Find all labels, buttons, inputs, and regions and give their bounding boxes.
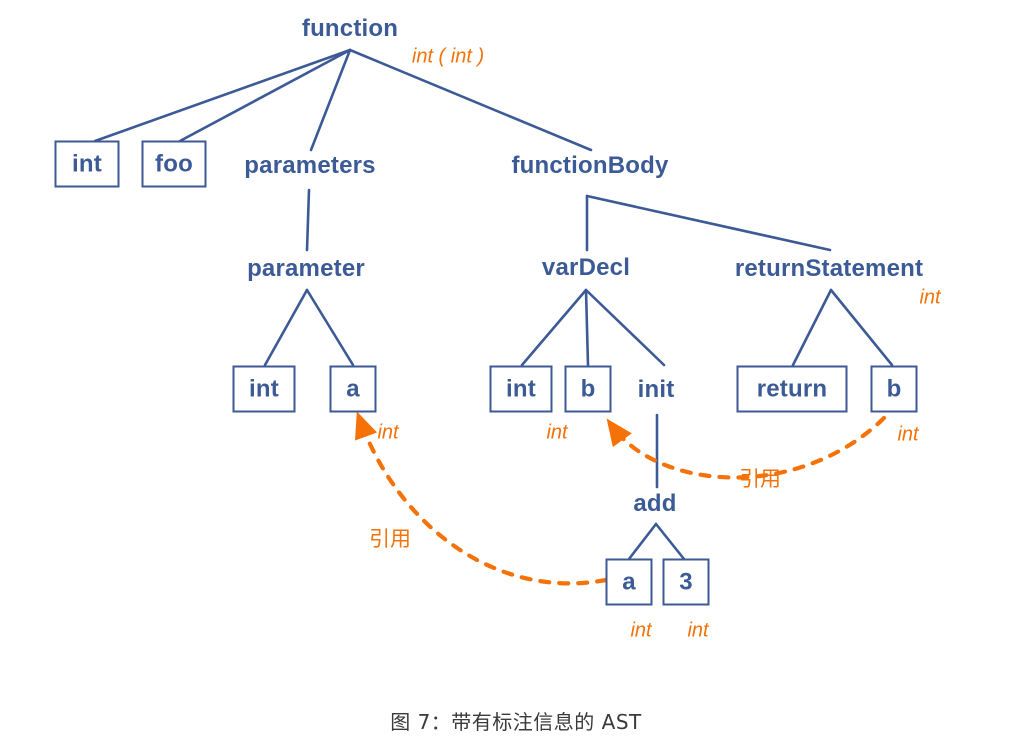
node-box-add-a: a <box>605 558 653 606</box>
edge-parameters-parameter <box>305 188 311 252</box>
edge-vardecl-init <box>584 288 666 367</box>
edge-function-parameters <box>309 48 352 152</box>
annotation-vardecl-b-type: int <box>546 421 568 444</box>
node-box-return-keyword: return <box>736 365 848 413</box>
node-var-decl: varDecl <box>541 254 631 281</box>
annotation-add-a-type: int <box>630 619 652 642</box>
edge-add-3 <box>654 522 686 561</box>
node-init: init <box>637 376 675 403</box>
node-box-vardecl-int: int <box>489 365 553 413</box>
annotation-add-3-type: int <box>687 619 709 642</box>
ast-diagram-figure: arrow to parameter.a --> arrow to varDec… <box>0 0 1032 749</box>
node-parameter: parameter <box>247 255 365 282</box>
node-return-statement: returnStatement <box>734 255 924 282</box>
node-box-vardecl-b: b <box>564 365 612 413</box>
node-box-foo: foo <box>141 140 207 188</box>
figure-caption: 图 7：带有标注信息的 AST <box>390 710 642 734</box>
edge-parameter-int <box>263 288 309 367</box>
annotation-parameter-a-type: int <box>377 421 399 444</box>
node-function: function <box>301 15 399 42</box>
edge-vardecl-b <box>584 288 590 367</box>
edge-parameter-a <box>305 288 355 367</box>
node-box-int-return-type: int <box>54 140 120 188</box>
node-box-add-3: 3 <box>662 558 710 606</box>
edge-vardecl-int <box>520 288 588 367</box>
node-function-body: functionBody <box>511 152 669 179</box>
annotation-function-type: int ( int ) <box>411 45 485 68</box>
reference-edge-a <box>354 411 609 586</box>
edge-function-int <box>93 48 352 143</box>
annotation-reference-right: 引用 <box>739 467 781 491</box>
node-box-return-b: b <box>870 365 918 413</box>
annotation-return-b-type: int <box>897 423 919 446</box>
annotation-reference-left: 引用 <box>369 527 411 551</box>
edge-returnstatement-b <box>829 288 894 367</box>
node-parameters: parameters <box>244 152 376 179</box>
node-add: add <box>633 490 677 517</box>
node-box-parameter-a: a <box>329 365 377 413</box>
node-box-parameter-int: int <box>232 365 296 413</box>
edge-function-foo <box>178 48 352 143</box>
edge-add-a <box>627 522 658 561</box>
edge-functionbody-returnstatement <box>585 194 832 252</box>
annotation-return-statement-type: int <box>919 286 941 309</box>
edge-returnstatement-return <box>791 288 833 367</box>
